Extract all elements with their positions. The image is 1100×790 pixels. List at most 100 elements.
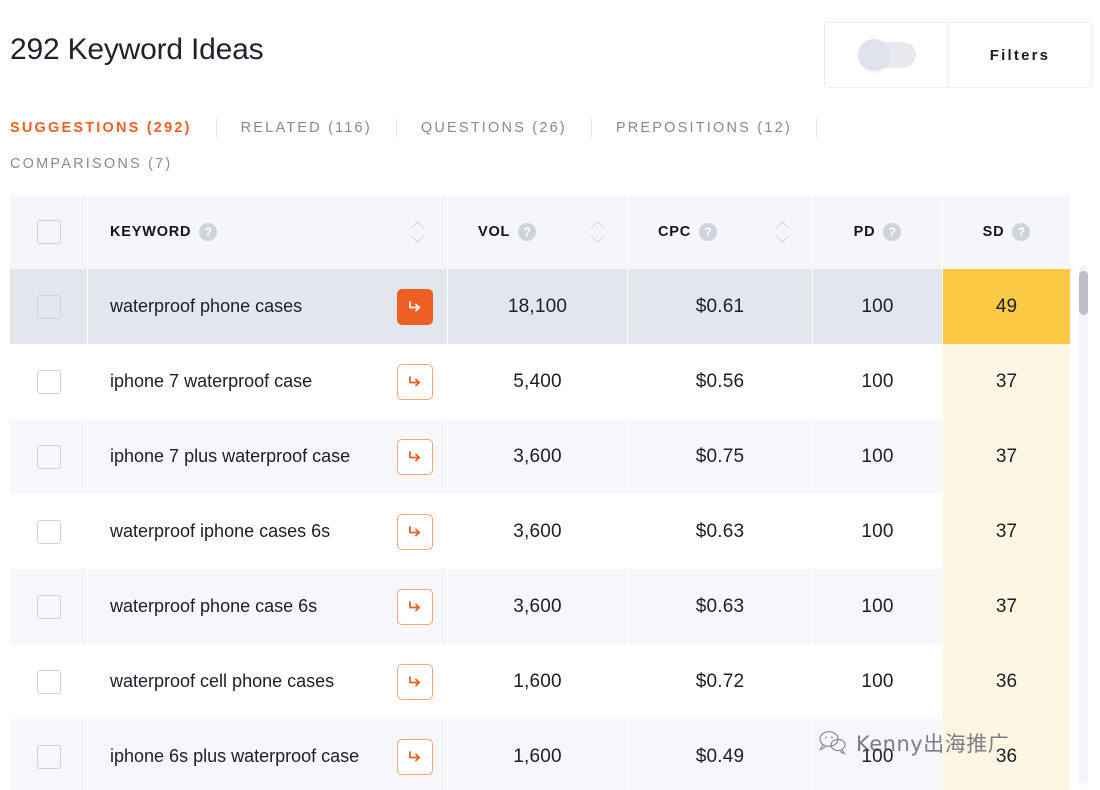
vol-cell: 3,600 (448, 494, 628, 569)
row-select-cell[interactable] (10, 719, 88, 790)
keyword-text: waterproof cell phone cases (110, 671, 335, 691)
vol-value: 1,600 (513, 670, 562, 692)
tab-prepositions[interactable]: PREPOSITIONS (12) (616, 113, 792, 143)
column-header-keyword[interactable]: KEYWORD ? (88, 195, 448, 269)
help-icon[interactable]: ? (883, 223, 902, 241)
row-select-cell[interactable] (10, 344, 88, 419)
vol-value: 5,400 (513, 370, 562, 392)
sd-value: 37 (995, 445, 1018, 467)
table-row[interactable]: iphone 7 waterproof case 5,400 $0.56 100 37 (10, 344, 1070, 419)
keyword-cell: iphone 7 waterproof case (88, 344, 448, 419)
pd-value: 100 (861, 520, 894, 542)
arrow-glyph (409, 300, 421, 311)
column-header-sd[interactable]: SD ? (943, 195, 1070, 269)
keyword-text: iphone 7 plus waterproof case (110, 446, 351, 466)
row-checkbox[interactable] (36, 594, 61, 619)
open-keyword-arrow-button[interactable] (397, 288, 433, 325)
row-checkbox[interactable] (36, 444, 61, 469)
keyword-cell: iphone 6s plus waterproof case (88, 719, 448, 790)
open-keyword-arrow-button[interactable] (397, 513, 433, 550)
row-select-cell[interactable] (10, 644, 88, 719)
row-select-cell[interactable] (10, 419, 88, 494)
keyword-cell: iphone 7 plus waterproof case (88, 419, 448, 494)
keyword-text: iphone 6s plus waterproof case (110, 746, 360, 766)
help-icon[interactable]: ? (1012, 223, 1031, 241)
tab-related[interactable]: RELATED (116) (241, 113, 372, 143)
column-header-pd-label: PD (853, 224, 876, 240)
row-checkbox[interactable] (36, 744, 61, 769)
sd-value: 49 (995, 295, 1018, 317)
row-checkbox[interactable] (36, 294, 61, 319)
select-all-checkbox[interactable] (36, 220, 61, 244)
table-row[interactable]: waterproof phone cases 18,100 $0.61 100 49 (10, 269, 1070, 344)
keyword-table: KEYWORD ? VOL ? CPC ? PD ? SD ? waterpro… (10, 195, 1088, 790)
row-checkbox[interactable] (36, 369, 61, 394)
cpc-cell: $0.61 (628, 269, 813, 344)
arrow-glyph (409, 600, 421, 611)
keyword-cell: waterproof cell phone cases (88, 644, 448, 719)
sd-value: 36 (995, 745, 1018, 767)
help-icon[interactable]: ? (699, 223, 718, 241)
cpc-cell: $0.72 (628, 644, 813, 719)
vol-value: 3,600 (513, 520, 562, 542)
table-scrollbar[interactable] (1079, 265, 1088, 785)
open-keyword-arrow-button[interactable] (397, 738, 433, 775)
column-header-vol-label: VOL (478, 224, 511, 240)
row-checkbox[interactable] (36, 669, 61, 694)
help-icon[interactable]: ? (199, 223, 218, 241)
cpc-cell: $0.63 (628, 569, 813, 644)
table-row[interactable]: waterproof phone case 6s 3,600 $0.63 100 37 (10, 569, 1070, 644)
vol-cell: 3,600 (448, 569, 628, 644)
sd-value: 36 (995, 670, 1018, 692)
pd-value: 100 (861, 295, 894, 317)
table-row[interactable]: waterproof iphone cases 6s 3,600 $0.63 100 3… (10, 494, 1070, 569)
pd-value: 100 (861, 595, 894, 617)
sort-toggle-icon[interactable] (776, 221, 790, 243)
cpc-value: $0.63 (695, 595, 745, 617)
keyword-text: waterproof phone case 6s (110, 596, 318, 616)
arrow-glyph (409, 750, 421, 761)
column-header-vol[interactable]: VOL ? (448, 195, 628, 269)
vol-value: 3,600 (513, 445, 562, 467)
row-checkbox[interactable] (36, 519, 61, 544)
sd-value: 37 (995, 520, 1018, 542)
tab-suggestions[interactable]: SUGGESTIONS (292) (10, 113, 192, 143)
filters-toggle[interactable] (857, 39, 916, 71)
filters-button[interactable]: Filters (949, 23, 1091, 87)
row-select-cell[interactable] (10, 269, 88, 344)
open-keyword-arrow-button[interactable] (397, 363, 433, 400)
sort-toggle-icon[interactable] (591, 221, 605, 243)
filters-button-label: Filters (989, 46, 1051, 64)
help-icon[interactable]: ? (518, 223, 537, 241)
sort-toggle-icon[interactable] (411, 221, 425, 243)
column-header-sd-label: SD (982, 224, 1005, 240)
column-header-cpc[interactable]: CPC ? (628, 195, 813, 269)
cpc-cell: $0.56 (628, 344, 813, 419)
row-select-cell[interactable] (10, 494, 88, 569)
table-row[interactable]: waterproof cell phone cases 1,600 $0.72 100… (10, 644, 1070, 719)
cpc-cell: $0.63 (628, 494, 813, 569)
open-keyword-arrow-button[interactable] (397, 588, 433, 625)
pd-value: 100 (861, 370, 894, 392)
open-keyword-arrow-button[interactable] (397, 663, 433, 700)
select-all-cell[interactable] (10, 195, 88, 269)
table-body: waterproof phone cases 18,100 $0.61 100 49 ip… (10, 269, 1088, 790)
cpc-cell: $0.75 (628, 419, 813, 494)
sd-cell: 49 (943, 269, 1070, 344)
row-select-cell[interactable] (10, 569, 88, 644)
cpc-value: $0.61 (695, 295, 745, 317)
keyword-cell: waterproof phone case 6s (88, 569, 448, 644)
table-row[interactable]: iphone 7 plus waterproof case 3,600 $0.75 1… (10, 419, 1070, 494)
page-header: 292 Keyword Ideas Filters (0, 0, 1100, 110)
sd-cell: 37 (943, 344, 1070, 419)
table-scrollbar-thumb[interactable] (1079, 271, 1088, 315)
filters-toggle-cell[interactable] (825, 23, 949, 87)
tab-comparisons[interactable]: COMPARISONS (7) (10, 149, 1070, 179)
open-keyword-arrow-button[interactable] (397, 438, 433, 475)
toggle-knob-icon (857, 39, 890, 71)
table-row[interactable]: iphone 6s plus waterproof case 1,600 $0.49… (10, 719, 1070, 790)
column-header-pd[interactable]: PD ? (813, 195, 943, 269)
vol-value: 18,100 (507, 295, 568, 317)
filters-control-group: Filters (824, 22, 1092, 88)
tab-questions[interactable]: QUESTIONS (26) (421, 113, 567, 143)
